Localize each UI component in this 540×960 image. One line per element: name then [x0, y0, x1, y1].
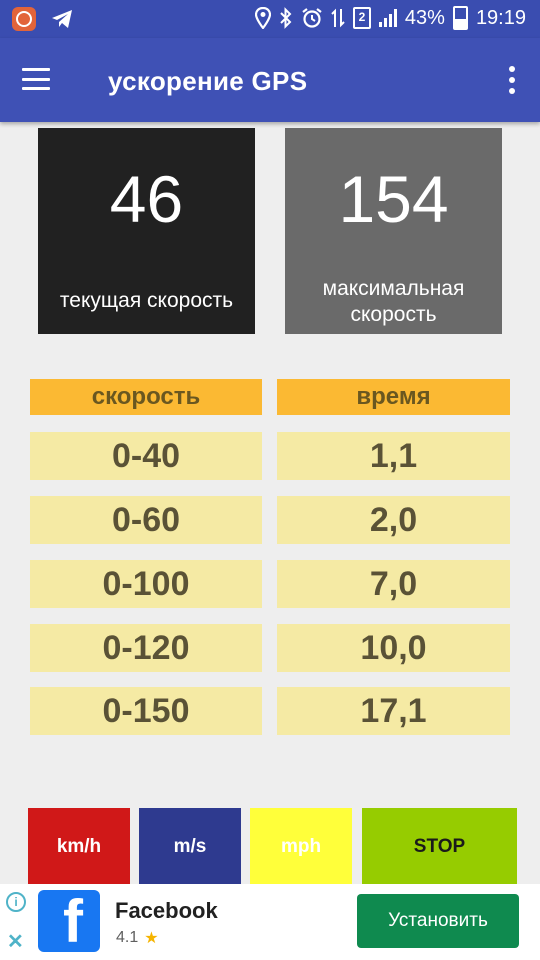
current-speed-value: 46	[109, 162, 184, 236]
ad-rating: 4.1 ★	[116, 928, 159, 948]
app-title: ускорение GPS	[108, 66, 308, 96]
row-time-cell: 7,0	[277, 560, 510, 608]
install-button[interactable]: Установить	[357, 894, 519, 948]
ad-app-name: Facebook	[115, 898, 218, 923]
header-time: время	[277, 379, 510, 415]
ad-info-icon[interactable]: i	[6, 892, 26, 912]
alarm-icon	[302, 8, 322, 28]
telegram-icon	[52, 10, 72, 28]
hamburger-menu-icon[interactable]	[22, 68, 50, 90]
battery-percent: 43%	[404, 6, 445, 29]
row-speed-cell: 0-60	[30, 496, 262, 544]
ad-close-icon[interactable]: ✕	[7, 932, 24, 952]
ad-rating-value: 4.1	[116, 929, 139, 946]
facebook-logo-icon: f	[38, 890, 100, 952]
app-notification-icon	[12, 7, 36, 31]
location-icon	[254, 7, 271, 29]
row-time-cell: 2,0	[277, 496, 510, 544]
app-bar: ускорение GPS	[0, 38, 540, 122]
max-speed-label: максимальная скорость	[322, 277, 465, 326]
row-time-cell: 1,1	[277, 432, 510, 480]
row-speed-cell: 0-100	[30, 560, 262, 608]
overflow-menu-icon[interactable]	[508, 66, 516, 94]
current-speed-panel: 46 текущая скорость	[38, 128, 255, 334]
status-bar: 2 43% 19:19	[0, 0, 540, 38]
ms-button[interactable]: m/s	[139, 808, 241, 886]
max-speed-value: 154	[338, 162, 449, 236]
battery-icon	[452, 6, 468, 30]
row-time-cell: 10,0	[277, 624, 510, 672]
sim-icon: 2	[352, 7, 371, 29]
row-time-cell: 17,1	[277, 687, 510, 735]
max-speed-panel: 154 максимальная скорость	[285, 128, 502, 334]
row-speed-cell: 0-40	[30, 432, 262, 480]
header-speed: скорость	[30, 379, 262, 415]
bluetooth-icon	[280, 7, 292, 29]
row-speed-cell: 0-120	[30, 624, 262, 672]
signal-icon	[378, 9, 397, 27]
mph-button[interactable]: mph	[250, 808, 352, 886]
data-transfer-icon	[331, 8, 345, 28]
star-icon: ★	[144, 930, 159, 947]
status-time: 19:19	[475, 6, 526, 29]
ad-banner[interactable]: i ✕ f Facebook 4.1 ★ Установить	[0, 884, 540, 960]
stop-button[interactable]: STOP	[362, 808, 517, 886]
kmh-button[interactable]: km/h	[28, 808, 130, 886]
row-speed-cell: 0-150	[30, 687, 262, 735]
current-speed-label: текущая скорость	[59, 289, 234, 312]
